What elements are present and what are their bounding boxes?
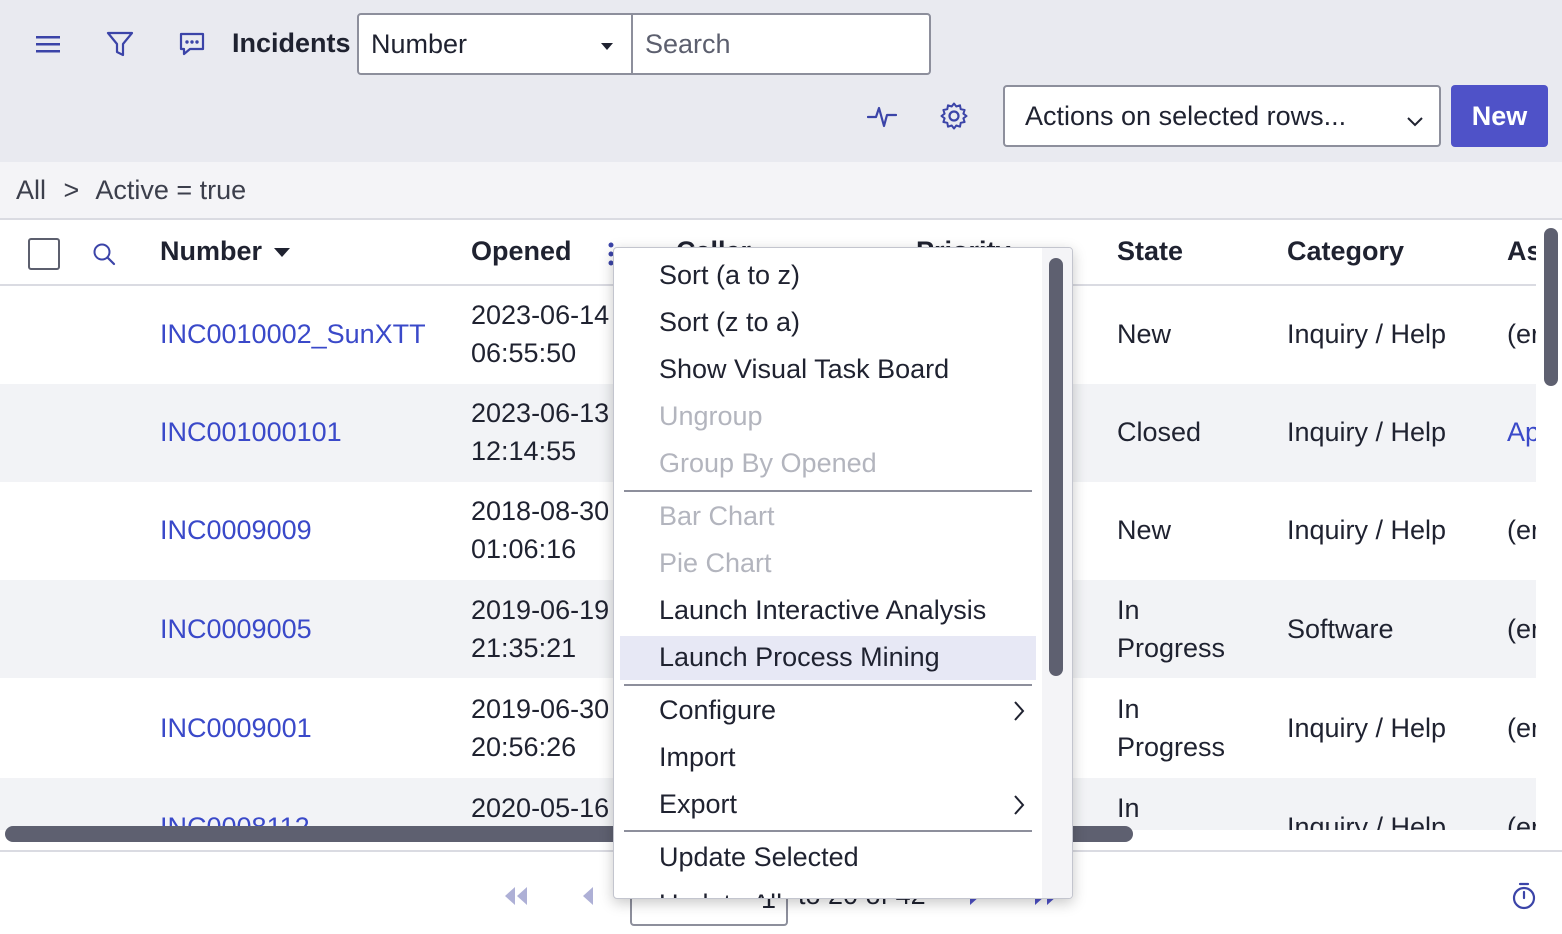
sort-desc-icon (274, 248, 291, 258)
opened-time: 12:14:55 (471, 436, 577, 466)
assignment-cell: (er (1507, 812, 1536, 830)
activity-icon[interactable] (862, 96, 902, 136)
incident-number-link[interactable]: INC001000101 (160, 414, 342, 451)
incident-number-link[interactable]: INC0009009 (160, 512, 312, 549)
actions-select-value: Actions on selected rows... (1025, 101, 1347, 131)
breadcrumb-all[interactable]: All (16, 175, 46, 205)
previous-page-icon[interactable] (568, 876, 608, 916)
opened-date: 2018-08-30 (471, 496, 610, 526)
column-context-menu: Sort (a to z) Sort (z to a) Show Visual … (613, 247, 1073, 899)
menu-item-update-all[interactable]: Update All (620, 883, 1036, 898)
column-header-assignment[interactable]: As (1507, 236, 1536, 267)
menu-divider (624, 684, 1032, 686)
opened-date: 2020-05-16 (471, 793, 610, 823)
state-cell: In (1117, 793, 1140, 823)
breadcrumb-separator: > (63, 175, 80, 205)
search-input[interactable] (632, 13, 931, 75)
breadcrumb: All > Active = true (0, 162, 1562, 220)
opened-date: 2019-06-19 (471, 595, 610, 625)
category-cell: Inquiry / Help (1287, 812, 1447, 830)
search-field-select[interactable]: Number (357, 13, 633, 75)
menu-divider (624, 830, 1032, 832)
menu-item-interactive-analysis[interactable]: Launch Interactive Analysis (620, 589, 1036, 633)
menu-item-configure-label: Configure (659, 695, 777, 725)
menu-item-ungroup: Ungroup (659, 401, 763, 431)
page-title: Incidents (232, 28, 351, 58)
column-header-state[interactable]: State (1117, 236, 1183, 267)
chevron-down-icon (1405, 107, 1425, 138)
assignment-cell: (er (1507, 515, 1536, 545)
list-header: Incidents Number Actions on selected row… (0, 0, 1562, 162)
assignment-link[interactable]: Ap (1507, 414, 1536, 451)
state-cell: Closed (1117, 417, 1202, 447)
timer-icon[interactable] (1504, 876, 1544, 916)
menu-divider (624, 490, 1032, 492)
actions-select[interactable]: Actions on selected rows... (1003, 85, 1441, 147)
state-cell: New (1117, 515, 1172, 545)
search-field-value: Number (371, 29, 468, 59)
caret-down-icon (601, 43, 613, 50)
category-cell: Inquiry / Help (1287, 515, 1447, 545)
vertical-scrollbar[interactable] (1544, 228, 1558, 386)
chevron-right-icon (1012, 793, 1026, 824)
first-page-icon[interactable] (496, 876, 536, 916)
select-all-checkbox[interactable] (28, 238, 60, 270)
menu-item-export-label: Export (659, 789, 738, 819)
opened-time: 21:35:21 (471, 633, 577, 663)
incident-number-link[interactable]: INC0009001 (160, 710, 312, 747)
opened-date: 2023-06-13 (471, 398, 610, 428)
menu-item-sort-desc[interactable]: Sort (z to a) (620, 301, 1036, 345)
menu-item-export[interactable]: Export (620, 783, 1036, 827)
state-cell: In (1117, 694, 1140, 724)
incident-number-link[interactable]: INC0010002_SunXTT (160, 316, 426, 353)
assignment-cell: (er (1507, 614, 1536, 644)
search-icon[interactable] (84, 234, 124, 274)
column-header-category[interactable]: Category (1287, 236, 1404, 267)
chat-icon[interactable] (172, 24, 212, 64)
category-cell: Inquiry / Help (1287, 713, 1447, 743)
menu-item-sort-asc[interactable]: Sort (a to z) (620, 254, 1036, 298)
chevron-right-icon (1012, 699, 1026, 730)
menu-item-bar-chart: Bar Chart (659, 501, 775, 531)
menu-item-configure[interactable]: Configure (620, 689, 1036, 733)
opened-time: 20:56:26 (471, 732, 577, 762)
menu-item-process-mining[interactable]: Launch Process Mining (620, 636, 1036, 680)
gear-icon[interactable] (934, 96, 974, 136)
category-cell: Software (1287, 614, 1394, 644)
breadcrumb-filter[interactable]: Active = true (95, 175, 246, 205)
new-button[interactable]: New (1451, 85, 1548, 147)
menu-item-group-by: Group By Opened (659, 448, 877, 478)
opened-date: 2023-06-14 (471, 300, 610, 330)
incident-number-link[interactable]: INC0009005 (160, 611, 312, 648)
state-cell-line2: Progress (1117, 633, 1226, 663)
state-cell: New (1117, 319, 1172, 349)
menu-item-visual-task-board[interactable]: Show Visual Task Board (620, 348, 1036, 392)
opened-time: 06:55:50 (471, 338, 577, 368)
opened-date: 2019-06-30 (471, 694, 610, 724)
category-cell: Inquiry / Help (1287, 319, 1447, 349)
column-header-number[interactable]: Number (160, 236, 291, 267)
filter-icon[interactable] (100, 24, 140, 64)
menu-item-update-selected[interactable]: Update Selected (620, 836, 1036, 880)
menu-item-import[interactable]: Import (620, 736, 1036, 780)
assignment-cell: (er (1507, 319, 1536, 349)
state-cell: In (1117, 595, 1140, 625)
menu-icon[interactable] (28, 24, 68, 64)
state-cell-line2: Progress (1117, 732, 1226, 762)
opened-time: 01:06:16 (471, 534, 577, 564)
assignment-cell: (er (1507, 713, 1536, 743)
menu-scrollbar[interactable] (1049, 258, 1063, 676)
column-header-opened[interactable]: Opened (471, 236, 572, 267)
category-cell: Inquiry / Help (1287, 417, 1447, 447)
menu-item-pie-chart: Pie Chart (659, 548, 772, 578)
column-number-label: Number (160, 236, 263, 266)
